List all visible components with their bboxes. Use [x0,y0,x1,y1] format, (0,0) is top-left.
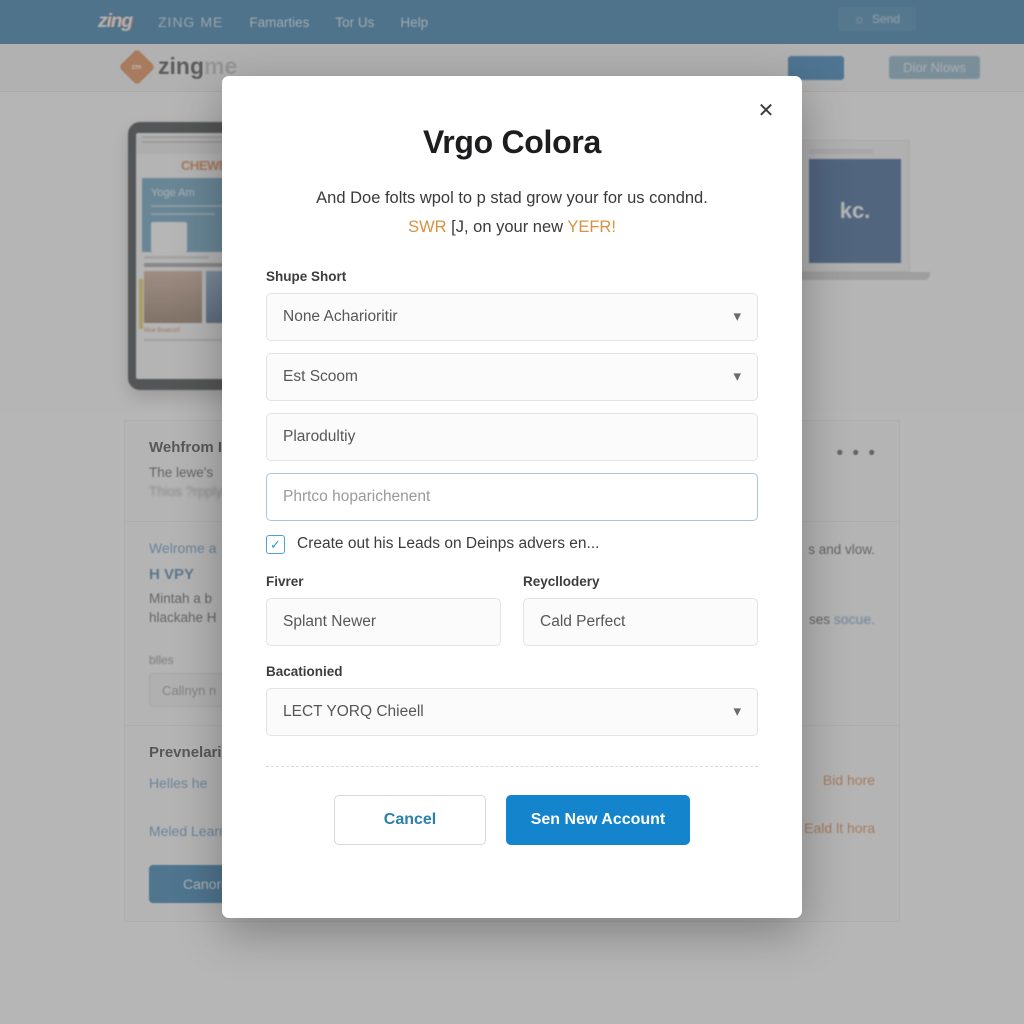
select-est-scoom[interactable]: Est Scoom ▾ [266,352,758,401]
close-icon[interactable]: ✕ [752,96,780,124]
create-account-button[interactable]: Sen New Account [506,794,690,845]
select-est-scoom-value: Est Scoom [283,367,358,385]
modal-subtitle-highlight-2: YEFR! [567,217,616,236]
modal-subtitle-highlight-1: SWR [408,217,447,236]
input-reycllodery[interactable]: Cald Perfect [523,597,758,646]
modal-form: Shupe Short None Acharioritir ▾ Est Scoo… [266,269,758,845]
modal-actions: Cancel Sen New Account [266,794,758,845]
select-acharioritir-value: None Acharioritir [283,307,398,325]
form-divider [266,765,758,767]
modal-subtitle-secondary: SWR [J, on your new YEFR! [266,218,758,237]
select-acharioritir[interactable]: None Acharioritir ▾ [266,292,758,341]
input-plarodultiy-value: Plarodultiy [283,427,356,445]
input-reycllodery-value: Cald Perfect [540,612,626,630]
chevron-down-icon: ▾ [733,368,741,386]
input-phrtco-hoparichenent[interactable]: Phrtco hoparichenent [266,472,758,521]
modal-subtitle-middle: [J, on your new [451,217,564,236]
create-account-modal: ✕ Vrgo Colora And Doe folts wpol to p st… [222,76,802,918]
chevron-down-icon: ▾ [733,703,741,721]
shape-short-label: Shupe Short [266,268,347,284]
modal-subtitle: And Doe folts wpol to p stad grow your f… [316,189,708,207]
two-column-fields: Fivrer Splant Newer Reycllodery Cald Per… [266,574,758,658]
screen-root: zing ZING ME Famarties Tor Us Help ☼ Sen… [0,0,1024,1024]
input-fivrer[interactable]: Splant Newer [266,597,501,646]
select-bacationied-value: LECT YORQ Chieell [283,702,424,720]
input-plarodultiy[interactable]: Plarodultiy [266,412,758,461]
input-phrtco-placeholder: Phrtco hoparichenent [283,487,431,505]
leads-checkbox-row[interactable]: ✓ Create out his Leads on Deinps advers … [266,534,758,554]
chevron-down-icon: ▾ [733,308,741,326]
select-bacationied[interactable]: LECT YORQ Chieell ▾ [266,687,758,736]
cancel-button[interactable]: Cancel [334,794,486,845]
fivrer-label: Fivrer [266,573,304,589]
reycllodery-label: Reycllodery [523,573,600,589]
modal-title: Vrgo Colora [422,124,602,160]
leads-checkbox-label: Create out his Leads on Deinps advers en… [297,535,600,553]
bacationied-label: Bacationied [266,663,343,679]
input-fivrer-value: Splant Newer [283,612,377,630]
checkbox-checked-icon[interactable]: ✓ [266,534,285,554]
